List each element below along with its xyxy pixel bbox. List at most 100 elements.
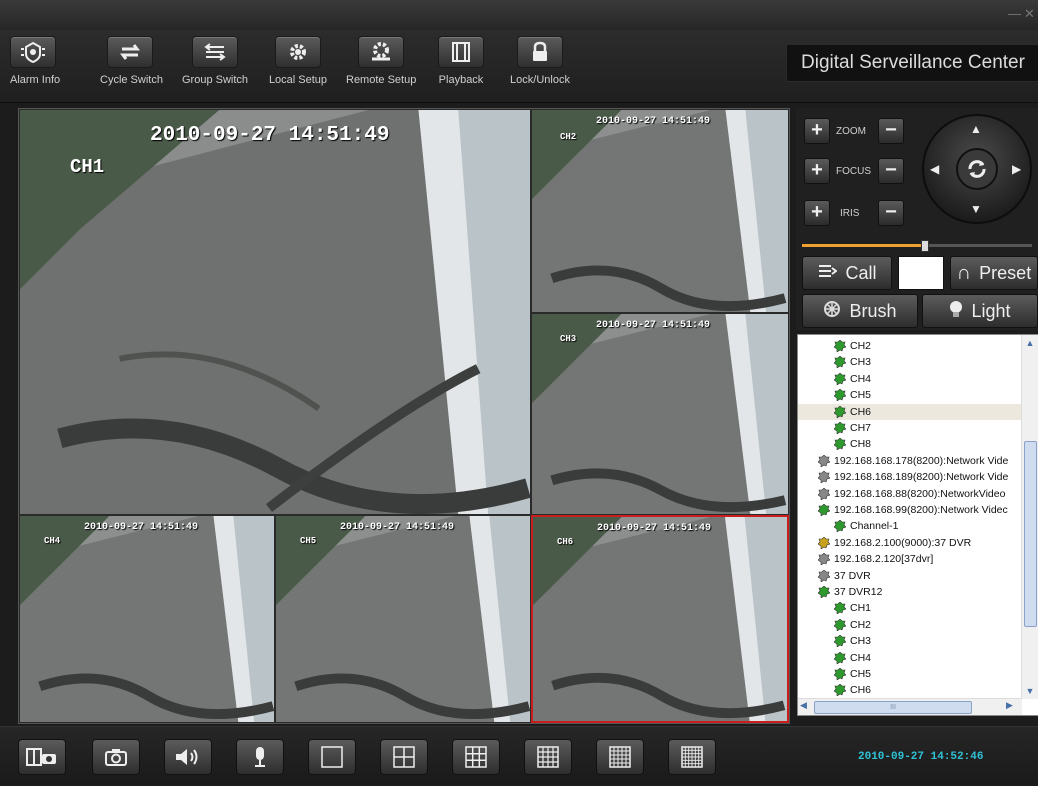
- playback-button[interactable]: Playback: [438, 36, 484, 86]
- minimize-icon[interactable]: —: [1008, 6, 1021, 21]
- tree-channel-item[interactable]: CH2: [833, 617, 872, 633]
- camera-offline-icon: [817, 454, 831, 468]
- tree-channel-item[interactable]: CH1: [833, 600, 872, 616]
- tree-channel-item[interactable]: CH4: [833, 650, 871, 666]
- scroll-thumb[interactable]: [1024, 441, 1037, 627]
- bottom-bar: 2010-09-27 14:52:46: [0, 726, 1038, 786]
- tree-channel-item[interactable]: CH5: [833, 666, 872, 682]
- audio-button[interactable]: [164, 739, 212, 775]
- lock-unlock-button[interactable]: Lock/Unlock: [510, 36, 570, 86]
- zoom-in-button[interactable]: +: [804, 118, 830, 144]
- video-tile-ch2[interactable]: 2010-09-27 14:51:49 CH2: [531, 109, 789, 313]
- preset-number-input[interactable]: [898, 256, 944, 290]
- camera-online-icon: [833, 651, 847, 665]
- ptz-left-icon[interactable]: ◀: [930, 162, 939, 176]
- ptz-down-icon[interactable]: ▼: [970, 202, 982, 216]
- tree-item-label: CH6: [850, 405, 872, 418]
- video-tile-ch5[interactable]: 2010-09-27 14:51:49 CH5: [275, 515, 531, 723]
- tree-channel-item[interactable]: CH6: [833, 682, 871, 698]
- scroll-right-icon[interactable]: ▶: [1006, 700, 1013, 711]
- talk-button[interactable]: [236, 739, 284, 775]
- tree-channel-item[interactable]: CH7: [833, 420, 871, 436]
- alarm-icon: [10, 36, 56, 68]
- video-tile-ch3[interactable]: 2010-09-27 14:51:49 CH3: [531, 313, 789, 515]
- tile-timestamp: 2010-09-27 14:51:49: [150, 124, 390, 147]
- remote-setup-button[interactable]: Remote Setup: [346, 36, 416, 86]
- record-snapshot-button[interactable]: [18, 739, 66, 775]
- video-tile-ch6[interactable]: 2010-09-27 14:51:49 CH6: [531, 515, 789, 723]
- group-switch-button[interactable]: Group Switch: [182, 36, 248, 86]
- tree-device-item[interactable]: 192.168.168.88(8200):NetworkVideo: [817, 486, 1005, 502]
- brush-icon: [823, 300, 841, 323]
- ptz-speed-slider[interactable]: [802, 240, 1032, 252]
- focus-label: FOCUS: [836, 166, 871, 177]
- local-setup-button[interactable]: Local Setup: [268, 36, 328, 86]
- tree-vertical-scrollbar[interactable]: ▲ ▼: [1021, 335, 1038, 699]
- tree-device-item[interactable]: 192.168.168.189(8200):Network Vide: [817, 469, 1008, 485]
- video-tile-ch1[interactable]: 2010-09-27 14:51:49 CH1: [19, 109, 531, 515]
- ptz-speed-thumb[interactable]: [920, 240, 929, 252]
- close-icon[interactable]: ✕: [1024, 6, 1035, 22]
- scroll-left-icon[interactable]: ◀: [800, 700, 807, 711]
- tree-device-item[interactable]: 37 DVR: [817, 568, 871, 584]
- layout-1-button[interactable]: [308, 739, 356, 775]
- scroll-up-icon[interactable]: ▲: [1022, 335, 1038, 351]
- light-label: Light: [971, 300, 1011, 321]
- snapshot-button[interactable]: [92, 739, 140, 775]
- layout-25-button[interactable]: [596, 739, 644, 775]
- tree-item-label: CH3: [850, 356, 872, 369]
- layout-36-button[interactable]: [668, 739, 716, 775]
- tree-device-item[interactable]: 192.168.168.178(8200):Network Vide: [817, 453, 1008, 469]
- tree-channel-item[interactable]: CH3: [833, 633, 871, 649]
- layout-16-button[interactable]: [524, 739, 572, 775]
- tree-device-item[interactable]: 192.168.2.120[37dvr]: [817, 551, 934, 567]
- tree-item-label: 37 DVR: [834, 569, 871, 582]
- tree-channel-item[interactable]: CH2: [833, 338, 871, 354]
- zoom-out-button[interactable]: −: [878, 118, 904, 144]
- tree-item-label: CH5: [850, 668, 872, 680]
- cycle-switch-button[interactable]: Cycle Switch: [100, 36, 163, 86]
- tree-horizontal-scrollbar[interactable]: ◀ III ▶: [798, 698, 1022, 715]
- camera-warning-icon: [817, 536, 831, 550]
- layout-9-button[interactable]: [452, 739, 500, 775]
- ptz-panel: + ZOOM − + FOCUS − + IRIS − ▲ ▼ ◀ ▶ Call…: [796, 108, 1038, 330]
- scroll-down-icon[interactable]: ▼: [1022, 683, 1038, 699]
- alarm-info-button[interactable]: Alarm Info: [10, 36, 61, 86]
- brush-button[interactable]: Brush: [802, 294, 918, 328]
- tree-channel-item[interactable]: Channel-1: [833, 518, 898, 534]
- video-tile-ch4[interactable]: 2010-09-27 14:51:49 CH4: [19, 515, 275, 723]
- tree-device-item[interactable]: 192.168.168.99(8200):Network Videc: [817, 502, 1008, 518]
- alarm-info-label: Alarm Info: [10, 74, 61, 86]
- tile-timestamp: 2010-09-27 14:51:49: [597, 523, 712, 534]
- tree-channel-item[interactable]: CH3: [833, 354, 872, 370]
- iris-label: IRIS: [840, 208, 860, 219]
- tile-channel-label: CH4: [44, 536, 61, 546]
- layout-4-button[interactable]: [380, 739, 428, 775]
- call-button[interactable]: Call: [802, 256, 892, 290]
- layout-36-icon: [681, 746, 703, 768]
- tree-channel-item[interactable]: CH8: [833, 436, 871, 452]
- ptz-auto-rotate-icon[interactable]: [964, 156, 990, 182]
- camera-online-icon: [833, 634, 847, 648]
- camera-online-icon: [833, 618, 847, 632]
- tree-device-item[interactable]: 192.168.2.100(9000):37 DVR: [817, 535, 971, 551]
- ptz-right-icon[interactable]: ▶: [1012, 162, 1021, 176]
- preset-button[interactable]: ∩ Preset: [950, 256, 1038, 290]
- focus-near-button[interactable]: +: [804, 158, 830, 184]
- tree-channel-item[interactable]: CH4: [833, 371, 871, 387]
- tree-item-label: 192.168.2.120[37dvr]: [834, 553, 934, 566]
- tree-device-item[interactable]: 37 DVR12: [817, 584, 882, 600]
- light-button[interactable]: Light: [922, 294, 1038, 328]
- tree-item-label: CH1: [850, 602, 872, 615]
- tree-channel-item[interactable]: CH6: [798, 403, 1022, 420]
- camera-online-icon: [833, 355, 847, 369]
- focus-far-button[interactable]: −: [878, 158, 904, 184]
- iris-open-button[interactable]: +: [804, 200, 830, 226]
- tree-channel-item[interactable]: CH5: [833, 387, 871, 403]
- layout-4-icon: [393, 746, 415, 768]
- iris-close-button[interactable]: −: [878, 200, 904, 226]
- tree-item-label: CH2: [850, 618, 872, 631]
- ptz-up-icon[interactable]: ▲: [970, 122, 982, 136]
- camera-online-icon: [817, 585, 831, 599]
- hscroll-thumb[interactable]: III: [814, 701, 972, 714]
